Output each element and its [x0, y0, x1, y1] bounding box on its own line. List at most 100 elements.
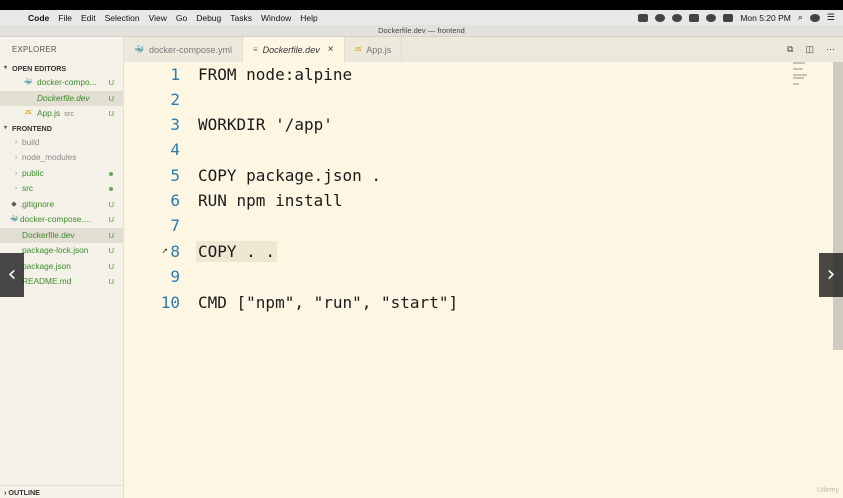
- battery-icon[interactable]: [723, 13, 734, 22]
- code-text: COPY package.json .: [198, 166, 382, 185]
- git-untracked-badge: U: [108, 261, 114, 271]
- tree-file-dockerfile-dev[interactable]: Dockerfile.dev U: [0, 227, 123, 243]
- tree-folder-node-modules[interactable]: › node_modules: [0, 150, 123, 166]
- code-line-current: ➚ 8 COPY . .: [124, 239, 824, 264]
- tree-folder-build[interactable]: › build: [0, 135, 123, 151]
- docker-icon: 🐳: [23, 79, 33, 86]
- code-text-highlighted: COPY . .: [196, 241, 278, 262]
- menu-help[interactable]: Help: [300, 13, 317, 23]
- git-untracked-badge: U: [108, 93, 114, 103]
- tree-label: node_modules: [22, 152, 77, 162]
- tab-app-js[interactable]: JS App.js: [345, 37, 403, 62]
- menubar-clock[interactable]: Mon 5:20 PM: [740, 13, 791, 23]
- more-actions-icon[interactable]: ⋯: [826, 44, 835, 55]
- open-editor-docker-compose[interactable]: 🐳 docker-compo... U: [0, 75, 123, 91]
- open-editor-label: Dockerfile.dev: [37, 92, 90, 103]
- chevron-right-icon: ›: [14, 154, 18, 161]
- open-editors-label: OPEN EDITORS: [12, 64, 67, 73]
- tree-folder-public[interactable]: › public: [0, 166, 123, 182]
- tree-label: .gitignore: [20, 198, 55, 209]
- udemy-watermark: Udemy: [816, 487, 839, 494]
- wifi-icon[interactable]: [706, 13, 717, 22]
- git-untracked-badge: U: [108, 215, 114, 224]
- open-editor-dockerfile-dev[interactable]: Dockerfile.dev U: [0, 90, 123, 106]
- line-number: 3: [170, 115, 180, 134]
- line-number: 10: [160, 293, 180, 312]
- line-number: 7: [170, 216, 180, 235]
- explorer-title: EXPLORER: [12, 45, 57, 54]
- tree-label: src: [22, 183, 34, 193]
- window-title: Dockerfile.dev — frontend: [0, 25, 843, 37]
- git-untracked-badge: U: [108, 109, 114, 118]
- menu-file[interactable]: File: [58, 13, 72, 23]
- editor-actions: ⧉ ◫ ⋯: [787, 37, 843, 62]
- notification-center-icon[interactable]: ☰: [827, 12, 835, 23]
- vertical-scrollbar[interactable]: [833, 62, 843, 350]
- tab-docker-compose[interactable]: 🐳 docker-compose.yml: [124, 37, 243, 62]
- tree-file-docker-compose[interactable]: 🐳 docker-compose.... U: [0, 212, 123, 228]
- code-line: 1 FROM node:alpine: [124, 62, 824, 87]
- code-line: 10 CMD ["npm", "run", "start"]: [124, 290, 824, 315]
- line-number: 1: [170, 65, 180, 84]
- outline-label: OUTLINE: [8, 488, 40, 497]
- docker-status-icon[interactable]: [638, 13, 649, 22]
- tree-file-gitignore[interactable]: ◆ .gitignore U: [0, 197, 123, 213]
- spotlight-icon[interactable]: ⌕: [798, 12, 803, 23]
- js-icon: JS: [354, 46, 362, 53]
- tree-label: package-lock.json: [22, 245, 89, 255]
- status-menu-area: Mon 5:20 PM ⌕ ☰: [638, 12, 843, 23]
- open-editors-header[interactable]: ▾ OPEN EDITORS: [0, 62, 123, 75]
- code-line: 7: [124, 213, 824, 238]
- next-arrow-button[interactable]: ›: [819, 253, 843, 297]
- git-untracked-badge: U: [108, 230, 114, 240]
- line-number: 9: [170, 267, 180, 286]
- chevron-right-icon: ›: [14, 185, 18, 192]
- code-text: RUN npm install: [198, 191, 343, 210]
- recording-icon[interactable]: [655, 13, 666, 22]
- code-line: 4: [124, 137, 824, 162]
- menu-edit[interactable]: Edit: [81, 13, 96, 23]
- code-editor[interactable]: 1 FROM node:alpine 2 3 WORKDIR '/app' 4 …: [124, 62, 843, 498]
- line-number: 5: [170, 166, 180, 185]
- line-number: 8: [170, 242, 180, 261]
- line-number: 2: [170, 90, 180, 109]
- previous-arrow-button[interactable]: ‹: [0, 253, 24, 297]
- menu-app-code[interactable]: Code: [28, 13, 49, 23]
- menu-view[interactable]: View: [149, 13, 167, 23]
- git-file-icon: ◆: [11, 200, 17, 208]
- split-editor-icon[interactable]: ◫: [805, 44, 814, 55]
- folder-label: FRONTEND: [12, 123, 52, 133]
- menu-window[interactable]: Window: [261, 13, 291, 23]
- outline-section-header[interactable]: › OUTLINE: [0, 485, 124, 498]
- frontend-folder-header[interactable]: ▾ FRONTEND: [0, 122, 123, 135]
- tab-label: docker-compose.yml: [148, 44, 232, 55]
- clock-status-icon[interactable]: [672, 13, 683, 22]
- code-text: WORKDIR '/app': [198, 115, 333, 134]
- siri-icon[interactable]: [809, 13, 820, 22]
- git-modified-dot: [109, 171, 113, 176]
- menu-go[interactable]: Go: [176, 13, 187, 23]
- tree-label: Dockerfile.dev: [22, 229, 75, 240]
- tree-folder-src[interactable]: › src: [0, 181, 123, 197]
- file-lines-icon: ≡: [253, 45, 258, 54]
- open-changes-icon[interactable]: ⧉: [787, 44, 793, 55]
- menu-tasks[interactable]: Tasks: [230, 13, 252, 23]
- git-untracked-badge: U: [108, 199, 114, 209]
- tab-dockerfile-dev[interactable]: ≡ Dockerfile.dev ×: [243, 37, 345, 62]
- minimap[interactable]: [793, 62, 809, 86]
- glasses-icon[interactable]: [689, 13, 700, 22]
- cursor-arrow-icon: ➚: [162, 246, 168, 257]
- chevron-right-icon: ›: [4, 488, 7, 497]
- git-untracked-badge: U: [108, 78, 114, 87]
- code-line: 5 COPY package.json .: [124, 163, 824, 188]
- tree-label: public: [22, 167, 44, 178]
- menu-debug[interactable]: Debug: [196, 13, 221, 23]
- code-line: 3 WORKDIR '/app': [124, 112, 824, 137]
- open-editor-app-js[interactable]: JS App.js src U: [0, 106, 123, 122]
- chevron-down-icon: ▾: [4, 65, 8, 71]
- close-icon[interactable]: ×: [328, 44, 334, 55]
- js-icon: JS: [24, 110, 32, 116]
- code-text: FROM node:alpine: [198, 65, 353, 84]
- menu-selection[interactable]: Selection: [105, 13, 140, 23]
- tree-label: build: [22, 136, 40, 147]
